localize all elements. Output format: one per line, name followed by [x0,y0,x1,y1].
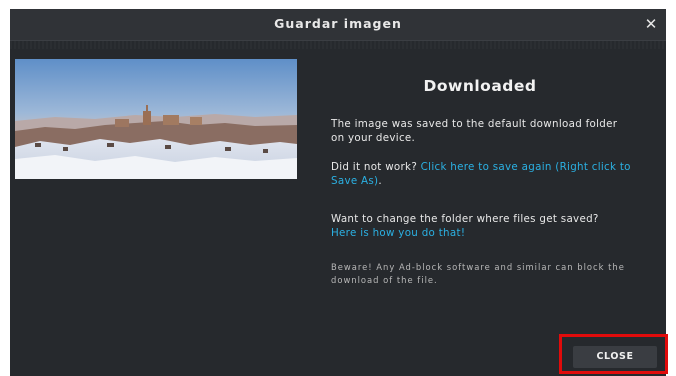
titlebar-divider [10,41,666,49]
saved-message: The image was saved to the default downl… [331,118,618,144]
retry-message: Did it not work? Click here to save agai… [331,161,631,188]
adblock-warning: Beware! Any Ad-block software and simila… [331,262,625,285]
change-folder-text: Want to change the folder where files ge… [331,213,599,225]
dialog-title: Guardar imagen [274,16,402,31]
downloaded-image-thumbnail [15,59,297,179]
retry-suffix: . [378,174,382,187]
dialog-titlebar: Guardar imagen ✕ [10,9,666,41]
change-folder-message: Want to change the folder where files ge… [331,213,631,240]
change-folder-link[interactable]: Here is how you do that! [331,227,465,239]
close-button[interactable]: CLOSE [573,346,657,368]
download-status-heading: Downloaded [423,77,537,95]
retry-prefix: Did it not work? [331,161,421,173]
close-icon[interactable]: ✕ [640,13,662,35]
